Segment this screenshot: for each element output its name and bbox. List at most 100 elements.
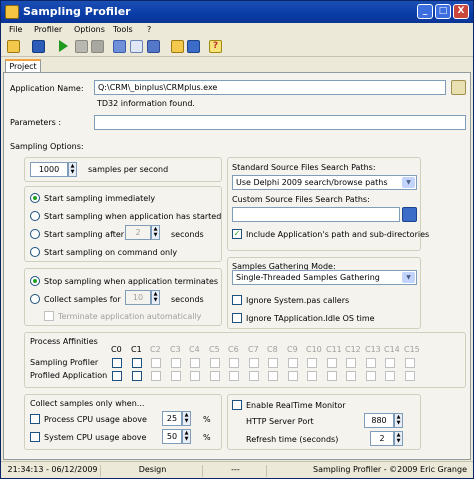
start-on-command-radio[interactable] (30, 247, 40, 257)
save-icon[interactable] (32, 40, 45, 53)
standard-paths-combo[interactable]: Use Delphi 2009 search/browse paths ▼ (232, 175, 417, 190)
gathering-combo[interactable]: Single-Threaded Samples Gathering ▼ (232, 270, 417, 285)
application-core-checkbox[interactable] (190, 371, 200, 381)
profiler-core-checkbox[interactable] (327, 358, 337, 368)
profiler-core-checkbox[interactable] (249, 358, 259, 368)
application-core-checkbox[interactable] (210, 371, 220, 381)
profiler-core-checkbox[interactable] (132, 358, 142, 368)
profiler-core-checkbox[interactable] (405, 358, 415, 368)
pause-icon[interactable] (75, 40, 88, 53)
start-when-started-radio[interactable] (30, 211, 40, 221)
process-cpu-checkbox[interactable] (30, 414, 40, 424)
browse-icon[interactable] (451, 80, 466, 95)
open-folder-icon[interactable] (7, 40, 20, 53)
samples-field[interactable]: 1000 (30, 162, 68, 177)
system-cpu-spin[interactable]: ▲ ▼ (182, 429, 191, 444)
stop-terminates-radio[interactable] (30, 276, 40, 286)
start-after-field[interactable]: 2 (125, 225, 151, 240)
folder-icon[interactable] (171, 40, 184, 53)
close-button[interactable]: X (453, 4, 469, 19)
edit-paths-icon[interactable] (402, 207, 417, 222)
profiler-core-checkbox[interactable] (366, 358, 376, 368)
profiler-core-checkbox[interactable] (288, 358, 298, 368)
profiler-core-checkbox[interactable] (210, 358, 220, 368)
profiler-core-checkbox[interactable] (171, 358, 181, 368)
start-after-radio[interactable] (30, 229, 40, 239)
application-core-checkbox[interactable] (132, 371, 142, 381)
process-cpu-field[interactable]: 25 (162, 411, 182, 426)
profiler-core-checkbox[interactable] (229, 358, 239, 368)
menu-file[interactable]: File (9, 25, 22, 34)
app-name-field[interactable]: Q:\CRM\_binplus\CRMplus.exe (94, 80, 446, 95)
system-cpu-field[interactable]: 50 (162, 429, 182, 444)
application-core-checkbox[interactable] (112, 371, 122, 381)
profiler-core-checkbox[interactable] (190, 358, 200, 368)
application-core-checkbox[interactable] (249, 371, 259, 381)
run-icon[interactable] (59, 40, 68, 52)
list-icon[interactable] (147, 40, 160, 53)
collect-for-radio[interactable] (30, 294, 40, 304)
include-path-checkbox[interactable]: ✓ (232, 229, 242, 239)
menu-profiler[interactable]: Profiler (34, 25, 62, 34)
application-core-checkbox[interactable] (366, 371, 376, 381)
report-icon[interactable] (113, 40, 126, 53)
chevron-down-icon[interactable]: ▼ (402, 272, 415, 283)
port-label: HTTP Server Port (246, 417, 314, 426)
monitor-icon[interactable] (187, 40, 200, 53)
stop-icon[interactable] (91, 40, 104, 53)
ignore-idle-checkbox[interactable] (232, 313, 242, 323)
realtime-checkbox[interactable] (232, 400, 242, 410)
profiler-core-checkbox[interactable] (151, 358, 161, 368)
affinities-title: Process Affinities (30, 337, 98, 346)
menu-help[interactable]: ? (147, 25, 151, 34)
custom-paths-label: Custom Source Files Search Paths: (232, 195, 370, 204)
application-core-checkbox[interactable] (405, 371, 415, 381)
core-header: C0 (111, 345, 122, 354)
application-core-checkbox[interactable] (385, 371, 395, 381)
view-icon[interactable] (130, 40, 143, 53)
profiler-core-checkbox[interactable] (346, 358, 356, 368)
application-core-checkbox[interactable] (327, 371, 337, 381)
core-header: C4 (189, 345, 200, 354)
start-on-command-label: Start sampling on command only (44, 248, 178, 257)
application-core-checkbox[interactable] (229, 371, 239, 381)
collect-for-field[interactable]: 10 (125, 290, 151, 305)
core-header: C9 (287, 345, 298, 354)
terminate-auto-checkbox[interactable] (44, 311, 54, 321)
start-immediately-radio[interactable] (30, 193, 40, 203)
port-field[interactable]: 880 (364, 413, 394, 428)
process-cpu-spin[interactable]: ▲ ▼ (182, 411, 191, 426)
start-after-spin[interactable]: ▲ ▼ (151, 225, 160, 240)
profiler-core-checkbox[interactable] (385, 358, 395, 368)
custom-paths-field[interactable] (232, 207, 400, 222)
application-core-checkbox[interactable] (288, 371, 298, 381)
application-core-checkbox[interactable] (171, 371, 181, 381)
menu-tools[interactable]: Tools (113, 25, 133, 34)
refresh-field[interactable]: 2 (370, 431, 394, 446)
application-core-checkbox[interactable] (346, 371, 356, 381)
profiler-core-checkbox[interactable] (307, 358, 317, 368)
application-core-checkbox[interactable] (307, 371, 317, 381)
refresh-spin[interactable]: ▲ ▼ (394, 431, 403, 446)
application-core-checkbox[interactable] (151, 371, 161, 381)
application-core-checkbox[interactable] (268, 371, 278, 381)
sampling-options-label: Sampling Options: (10, 142, 84, 151)
minimize-button[interactable]: _ (417, 4, 433, 19)
menu-options[interactable]: Options (74, 25, 105, 34)
realtime-label: Enable RealTime Monitor (246, 401, 346, 410)
maximize-button[interactable]: □ (435, 4, 451, 19)
stop-terminates-label: Stop sampling when application terminate… (44, 277, 219, 286)
help-icon[interactable]: ? (209, 40, 222, 53)
collect-for-spin[interactable]: ▲ ▼ (151, 290, 160, 305)
port-spin[interactable]: ▲ ▼ (394, 413, 403, 428)
profiler-core-checkbox[interactable] (268, 358, 278, 368)
ignore-system-checkbox[interactable] (232, 295, 242, 305)
profiler-core-checkbox[interactable] (112, 358, 122, 368)
samples-spin[interactable]: ▲ ▼ (68, 162, 77, 177)
parameters-field[interactable] (94, 115, 466, 130)
tab-project[interactable]: Project (5, 59, 41, 73)
system-cpu-pct: % (203, 433, 211, 442)
title-bar[interactable]: Sampling Profiler _ □ X (1, 1, 473, 23)
system-cpu-checkbox[interactable] (30, 432, 40, 442)
chevron-down-icon[interactable]: ▼ (402, 177, 415, 188)
